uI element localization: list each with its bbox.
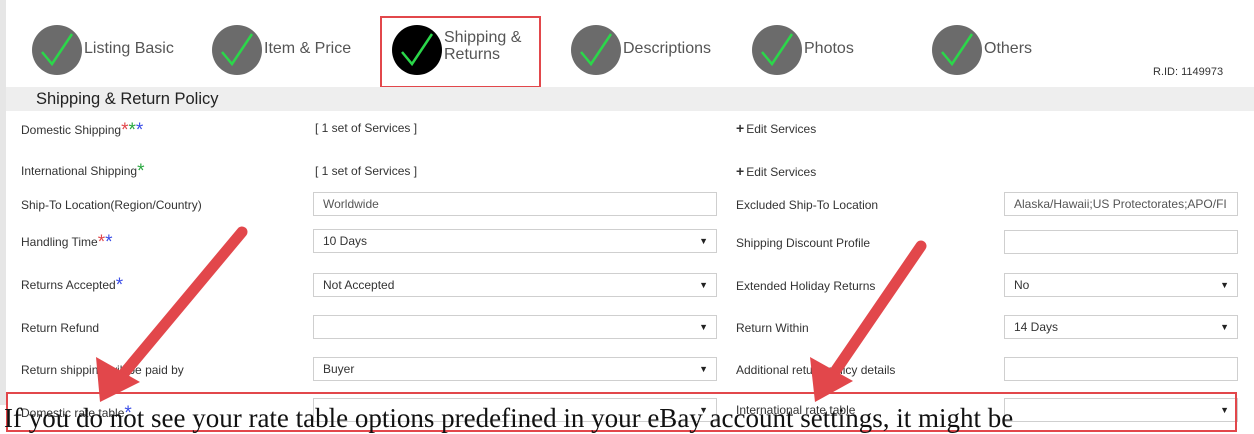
return-within-select[interactable]: 14 Days ▼ [1004, 315, 1238, 339]
return-refund-label: Return Refund [21, 321, 100, 335]
handling-time-select[interactable]: 10 Days ▼ [313, 229, 717, 253]
dropdown-arrow-icon: ▼ [699, 236, 708, 246]
checkmark-icon [212, 25, 262, 75]
dropdown-arrow-icon: ▼ [1220, 322, 1229, 332]
domestic-shipping-label: Domestic Shipping*** [21, 120, 144, 141]
excluded-label: Excluded Ship-To Location [736, 198, 879, 212]
dropdown-arrow-icon: ▼ [699, 322, 708, 332]
additional-details-label: Additional return policy details [736, 363, 896, 377]
step-label: Photos [804, 40, 854, 57]
record-id: R.ID: 1149973 [1153, 66, 1224, 78]
return-refund-select[interactable]: ▼ [313, 315, 717, 339]
domestic-shipping-value: [ 1 set of Services ] [315, 121, 418, 135]
returns-accepted-label: Returns Accepted* [21, 275, 124, 296]
excluded-input[interactable]: Alaska/Hawaii;US Protectorates;APO/FI [1004, 192, 1238, 216]
step-label: Descriptions [623, 40, 712, 57]
section-header: Shipping & Return Policy [6, 87, 1254, 111]
holiday-returns-label: Extended Holiday Returns [736, 279, 876, 293]
ship-to-input[interactable]: Worldwide [313, 192, 717, 216]
additional-details-input[interactable] [1004, 357, 1238, 381]
dropdown-arrow-icon: ▼ [1220, 280, 1229, 290]
paid-by-select[interactable]: Buyer ▼ [313, 357, 717, 381]
checkmark-icon [32, 25, 82, 75]
international-shipping-value: [ 1 set of Services ] [315, 164, 418, 178]
handling-time-label: Handling Time** [21, 232, 113, 253]
step-label: Item & Price [264, 40, 352, 57]
caption-text: If you do not see your rate table option… [4, 403, 1014, 433]
step-label: Others [984, 40, 1033, 57]
paid-by-label: Return shipping will be paid by [21, 363, 184, 377]
wizard-steps: Listing Basic Item & Price Shipping & Re… [0, 0, 1254, 90]
plus-icon: + [736, 163, 745, 179]
step-label: Listing Basic [84, 40, 174, 57]
edit-domestic-services-link[interactable]: + Edit Services [736, 120, 816, 136]
active-step-highlight [380, 16, 541, 88]
section-title: Shipping & Return Policy [36, 90, 219, 108]
discount-profile-label: Shipping Discount Profile [736, 236, 871, 250]
plus-icon: + [736, 120, 745, 136]
arrow-right-icon [810, 240, 927, 402]
dropdown-arrow-icon: ▼ [699, 280, 708, 290]
dropdown-arrow-icon: ▼ [699, 364, 708, 374]
returns-accepted-select[interactable]: Not Accepted ▼ [313, 273, 717, 297]
checkmark-icon [932, 25, 982, 75]
ship-to-label: Ship-To Location(Region/Country) [21, 198, 202, 212]
checkmark-icon [571, 25, 621, 75]
discount-profile-input[interactable] [1004, 230, 1238, 254]
international-shipping-label: International Shipping* [21, 161, 145, 182]
edit-international-services-link[interactable]: + Edit Services [736, 163, 816, 179]
holiday-returns-select[interactable]: No ▼ [1004, 273, 1238, 297]
checkmark-icon [752, 25, 802, 75]
return-within-label: Return Within [736, 321, 809, 335]
